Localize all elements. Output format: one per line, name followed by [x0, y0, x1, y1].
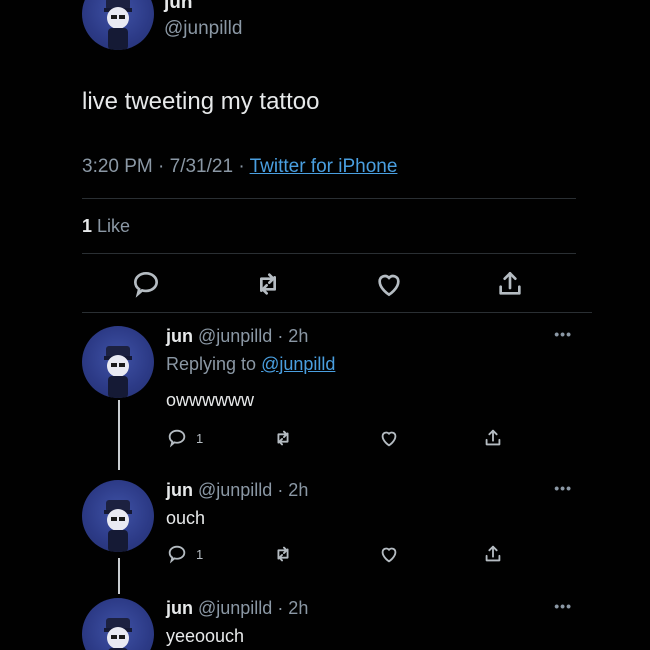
like-button[interactable] [378, 542, 400, 566]
reply-display-name[interactable]: jun [166, 326, 193, 346]
share-icon [485, 429, 501, 446]
reply-display-name[interactable]: jun [166, 480, 193, 500]
reply-actions: 1 [166, 542, 506, 566]
reply-count: 1 [196, 546, 204, 562]
divider [82, 253, 576, 254]
avatar[interactable] [82, 598, 154, 650]
reply-text: yeeoouch [166, 626, 245, 646]
retweet-button[interactable] [272, 542, 294, 566]
retweet-icon [277, 546, 289, 562]
speech-bubble-icon [168, 545, 186, 564]
share-icon [485, 545, 501, 562]
reply-text: owwwwww [166, 390, 255, 410]
like-count-number: 1 [82, 216, 93, 236]
more-options-icon[interactable]: ••• [554, 326, 572, 342]
heart-icon [381, 547, 397, 563]
reply-text: ouch [166, 508, 206, 528]
main-tweet-header: jun @junpilld ••• [82, 0, 602, 54]
share-icon [499, 272, 521, 295]
reply-count: 1 [196, 430, 204, 446]
avatar-character-icon [104, 0, 132, 50]
reply-button[interactable]: 1 [166, 542, 203, 566]
reply-tweet[interactable]: jun @junpilld · 2h Replying to @junpilld… [82, 326, 592, 456]
reply-actions: 1 [166, 426, 506, 450]
avatar[interactable] [82, 0, 154, 50]
tweet-meta: 3:20 PM · 7/31/21 · Twitter for iPhone [82, 156, 397, 178]
avatar-character-icon [104, 618, 132, 650]
reply-header: jun @junpilld · 2h [166, 326, 308, 347]
main-tweet-actions [82, 268, 552, 300]
main-tweet-display-name[interactable]: jun [164, 0, 193, 14]
share-button[interactable] [482, 426, 504, 450]
reply-header: jun @junpilld · 2h [166, 480, 308, 501]
avatar-character-icon [104, 500, 132, 552]
avatar-character-icon [104, 346, 132, 398]
retweet-button[interactable] [272, 426, 294, 450]
like-count-label: Like [92, 216, 131, 236]
replying-to: Replying to @junpilld [166, 354, 335, 375]
reply-header: jun @junpilld · 2h [166, 598, 308, 619]
like-count[interactable]: 1 Like [82, 216, 130, 237]
reply-tweet[interactable]: jun @junpilld · 2h ••• yeeoouch [82, 598, 592, 650]
reply-handle-time: @junpilld · 2h [193, 598, 309, 618]
replying-to-label: Replying to [166, 354, 262, 374]
retweet-icon [277, 430, 289, 446]
main-tweet-handle[interactable]: @junpilld [164, 18, 242, 40]
tweet-source-link[interactable]: Twitter for iPhone [250, 156, 398, 177]
avatar[interactable] [82, 326, 154, 398]
divider [82, 312, 592, 313]
main-tweet-text: live tweeting my tattoo [82, 88, 320, 115]
heart-icon [378, 274, 400, 297]
retweet-button[interactable] [252, 268, 284, 300]
heart-icon [381, 431, 397, 447]
like-button[interactable] [373, 268, 405, 300]
share-button[interactable] [482, 542, 504, 566]
reply-handle-time: @junpilld · 2h [193, 480, 309, 500]
like-button[interactable] [378, 426, 400, 450]
tweet-timestamp: 3:20 PM · 7/31/21 · [82, 156, 250, 177]
divider [82, 198, 576, 199]
avatar[interactable] [82, 480, 154, 552]
more-options-icon[interactable]: ••• [554, 598, 572, 614]
reply-button[interactable] [130, 268, 162, 300]
share-button[interactable] [494, 268, 526, 300]
tweet-thread-page: jun @junpilld ••• live tweeting my tatto… [0, 0, 650, 650]
reply-display-name[interactable]: jun [166, 598, 193, 618]
speech-bubble-icon [168, 429, 186, 448]
speech-bubble-icon [133, 271, 159, 298]
more-options-icon[interactable]: ••• [554, 480, 572, 496]
reply-handle-time: @junpilld · 2h [193, 326, 309, 346]
retweet-icon [260, 273, 276, 295]
reply-tweet[interactable]: jun @junpilld · 2h ••• ouch 1 [82, 480, 592, 580]
replying-to-mention[interactable]: @junpilld [261, 354, 335, 374]
reply-button[interactable]: 1 [166, 426, 203, 450]
